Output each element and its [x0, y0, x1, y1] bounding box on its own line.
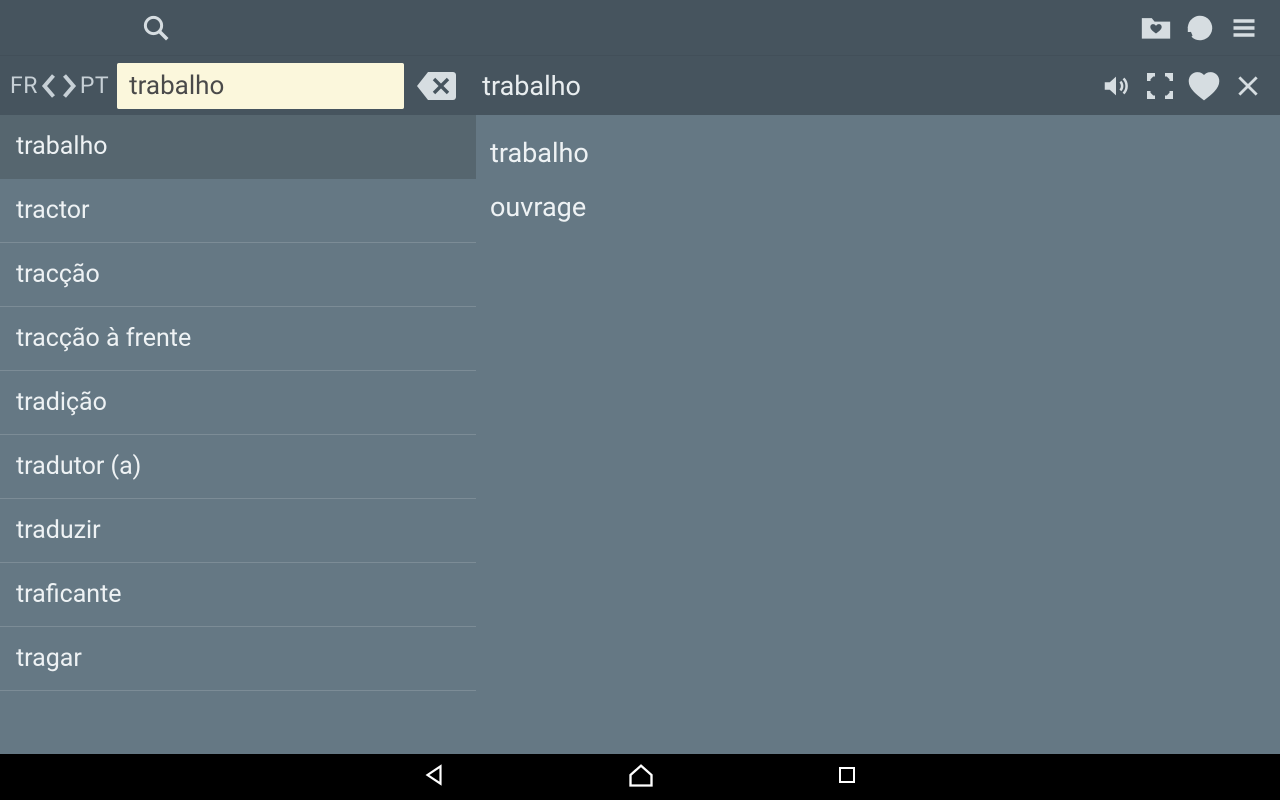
- search-bar: FR PT trabalho trabalho: [0, 55, 1280, 115]
- translation-pane: trabalhoouvrage: [476, 115, 1280, 754]
- search-icon[interactable]: [134, 6, 178, 50]
- close-icon: [1235, 73, 1261, 99]
- chevron-left-icon: [40, 71, 58, 101]
- home-icon: [627, 762, 655, 788]
- translation-entry: ouvrage: [490, 185, 1266, 239]
- suggestion-row[interactable]: trabalho: [0, 115, 476, 179]
- suggestion-row[interactable]: tragar: [0, 627, 476, 691]
- entry-headword: trabalho: [482, 70, 581, 102]
- suggestion-row[interactable]: tradutor (a): [0, 435, 476, 499]
- suggestion-row[interactable]: tracção: [0, 243, 476, 307]
- suggestion-row[interactable]: traficante: [0, 563, 476, 627]
- lang-from-label: FR: [10, 72, 38, 99]
- translation-entry: trabalho: [490, 131, 1266, 185]
- search-input-container[interactable]: trabalho: [117, 63, 404, 109]
- suggestion-row[interactable]: tractor: [0, 179, 476, 243]
- favorites-folder-icon[interactable]: [1134, 6, 1178, 50]
- language-direction-toggle[interactable]: FR PT: [10, 71, 109, 101]
- lang-to-label: PT: [80, 72, 109, 99]
- recent-apps-icon: [835, 763, 859, 787]
- history-icon[interactable]: [1178, 6, 1222, 50]
- chevron-right-icon: [60, 71, 78, 101]
- heart-icon: [1187, 71, 1221, 101]
- suggestion-row[interactable]: tracção à frente: [0, 307, 476, 371]
- fullscreen-button[interactable]: [1138, 64, 1182, 108]
- speak-button[interactable]: [1094, 64, 1138, 108]
- suggestion-list[interactable]: trabalhotractortracçãotracção à frentetr…: [0, 115, 476, 754]
- nav-recent-button[interactable]: [835, 763, 859, 791]
- android-navbar: [0, 754, 1280, 800]
- favorite-button[interactable]: [1182, 64, 1226, 108]
- suggestion-row[interactable]: traduzir: [0, 499, 476, 563]
- close-entry-button[interactable]: [1226, 64, 1270, 108]
- suggestion-row[interactable]: tradição: [0, 371, 476, 435]
- clear-input-button[interactable]: [414, 63, 458, 109]
- nav-home-button[interactable]: [627, 762, 655, 792]
- back-triangle-icon: [421, 762, 447, 788]
- content-area: trabalhotractortracçãotracção à frentetr…: [0, 115, 1280, 754]
- top-toolbar: [0, 0, 1280, 55]
- fullscreen-icon: [1145, 71, 1175, 101]
- app-screen: FR PT trabalho trabalho: [0, 0, 1280, 800]
- backspace-icon: [415, 69, 457, 103]
- nav-back-button[interactable]: [421, 762, 447, 792]
- speaker-icon: [1099, 71, 1133, 101]
- search-input[interactable]: trabalho: [129, 71, 392, 101]
- menu-icon[interactable]: [1222, 6, 1266, 50]
